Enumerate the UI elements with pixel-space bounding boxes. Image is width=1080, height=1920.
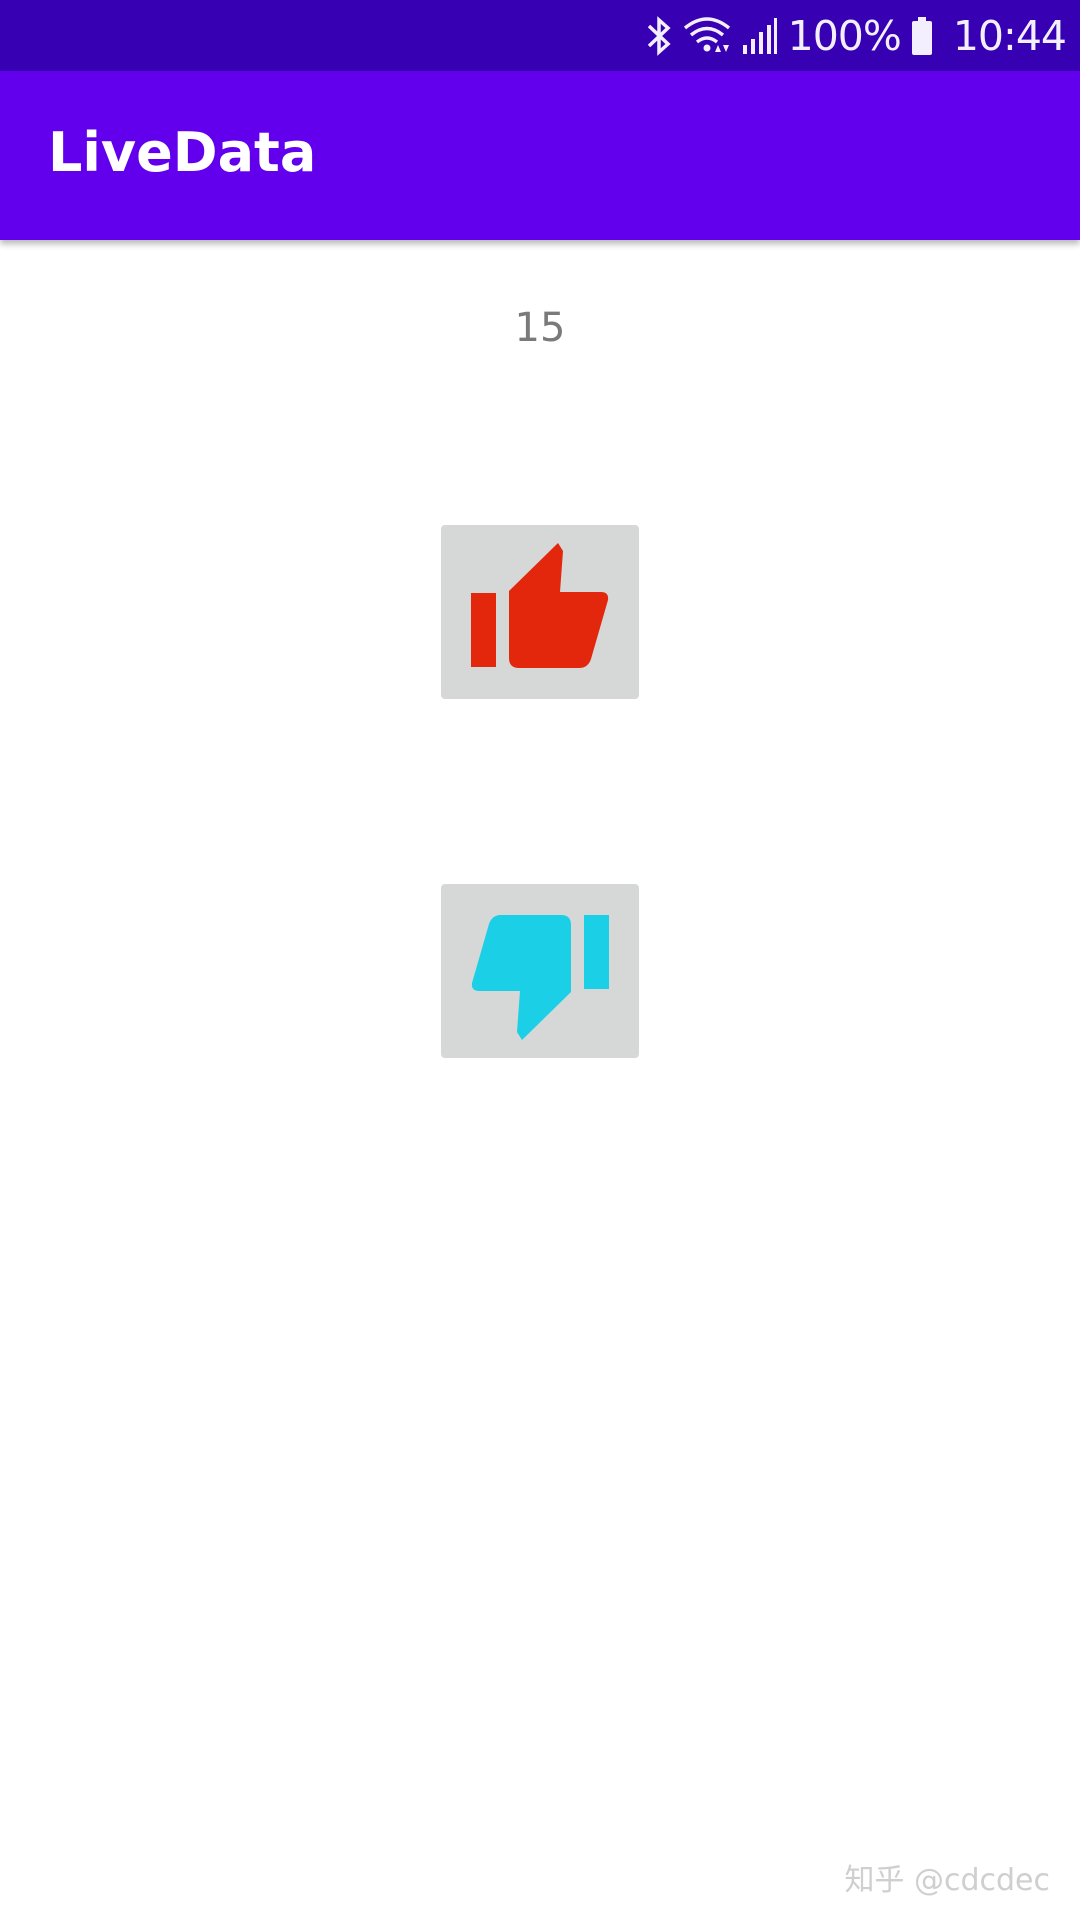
status-icons: 100% 10:44 bbox=[646, 0, 1067, 71]
status-clock: 10:44 bbox=[952, 11, 1067, 60]
battery-icon bbox=[911, 16, 933, 56]
like-counter: 15 bbox=[514, 305, 566, 351]
page-title: LiveData bbox=[48, 121, 317, 184]
watermark: 知乎 @cdcdec bbox=[844, 1863, 1050, 1898]
thumbs-down-icon bbox=[471, 915, 609, 1040]
signal-icon bbox=[742, 17, 778, 55]
bluetooth-icon bbox=[646, 15, 672, 57]
wifi-icon bbox=[682, 16, 732, 56]
dislike-button[interactable] bbox=[441, 884, 639, 1058]
app-bar: LiveData bbox=[0, 71, 1080, 240]
like-button[interactable] bbox=[441, 525, 639, 699]
battery-percent: 100% bbox=[787, 11, 902, 60]
status-bar: 100% 10:44 bbox=[0, 0, 1080, 71]
thumbs-up-icon bbox=[471, 543, 609, 668]
